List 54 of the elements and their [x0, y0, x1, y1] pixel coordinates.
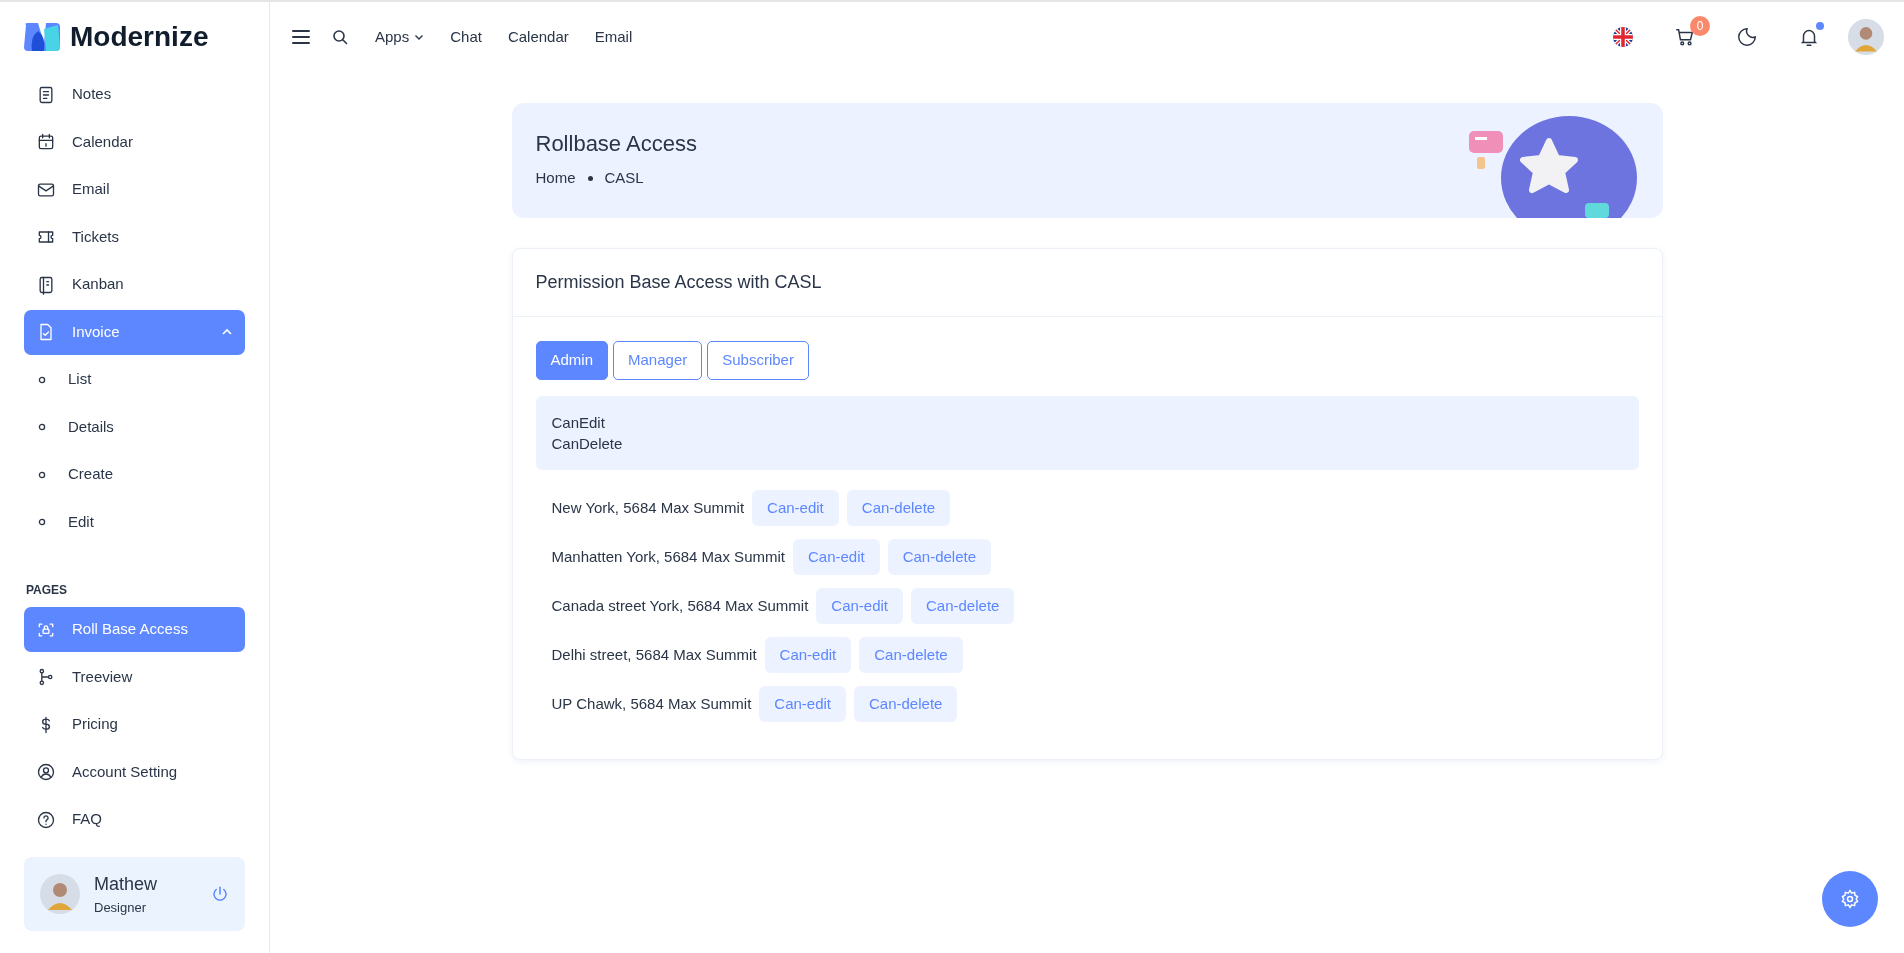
- breadcrumb-separator: [587, 176, 593, 182]
- notification-dot: [1816, 22, 1824, 30]
- breadcrumb-item[interactable]: CASL: [604, 167, 644, 190]
- flag-icon[interactable]: [1612, 26, 1634, 48]
- sidebar-item[interactable]: Pricing: [24, 702, 245, 747]
- sidebar-subitem[interactable]: Create: [24, 452, 245, 497]
- user-circle-icon: [36, 762, 56, 782]
- bullet-icon: [38, 470, 46, 479]
- moon-icon[interactable]: [1736, 26, 1758, 48]
- logo-icon: [24, 23, 60, 51]
- permission-text: CanEdit: [551, 412, 606, 433]
- sidebar-item[interactable]: FAQ: [24, 797, 245, 842]
- question-icon: [36, 809, 56, 830]
- settings-button[interactable]: [1822, 871, 1878, 927]
- avatar[interactable]: [1848, 19, 1884, 55]
- sidebar-item[interactable]: Tickets: [24, 214, 245, 260]
- cart-icon[interactable]: [1674, 26, 1696, 48]
- sidebar-subitem[interactable]: List: [24, 357, 245, 402]
- page-title: Rollbase Access: [535, 131, 697, 158]
- chevron-down-icon: [414, 32, 425, 42]
- bullet-icon: [38, 423, 46, 431]
- nav-link[interactable]: Calendar: [494, 17, 582, 57]
- bullet-icon: [38, 518, 46, 526]
- cart-count-badge: 0: [1690, 16, 1710, 36]
- permission-text: CanDelete: [551, 433, 624, 454]
- sidebar-item[interactable]: Treeview: [24, 654, 245, 700]
- address-text: Delhi street, 5684 Max Summit: [551, 644, 757, 665]
- nav-link[interactable]: Apps: [362, 17, 438, 57]
- breadcrumb-item[interactable]: Home: [535, 167, 576, 190]
- sidebar-item[interactable]: Account Setting: [24, 749, 245, 795]
- calendar-icon: [36, 132, 56, 152]
- sidebar-item[interactable]: Kanban: [24, 262, 245, 307]
- power-icon[interactable]: [211, 884, 229, 903]
- sidebar-subitem[interactable]: Edit: [24, 499, 245, 545]
- nav-link[interactable]: Email: [581, 17, 646, 57]
- nav-link[interactable]: Chat: [437, 17, 495, 57]
- profile-role: Designer: [94, 898, 148, 917]
- sidebar-item[interactable]: Calendar: [24, 119, 245, 165]
- sidebar-item[interactable]: Notes: [24, 72, 245, 117]
- bullet-icon: [38, 375, 46, 384]
- card-title: Permission Base Access with CASL: [512, 249, 1662, 317]
- settings-icon: [1840, 889, 1860, 909]
- section-heading: PAGES: [26, 582, 69, 599]
- sidebar-item[interactable]: Email: [24, 167, 245, 212]
- avatar: [40, 873, 80, 914]
- address-text: Manhatten York, 5684 Max Summit: [551, 546, 785, 567]
- sidebar-subitem[interactable]: Details: [24, 404, 245, 450]
- address-text: New York, 5684 Max Summit: [551, 497, 745, 518]
- address-text: UP Chawk, 5684 Max Summit: [551, 693, 752, 714]
- profile-name: Mathew: [94, 872, 159, 896]
- brand-name: Modernize: [70, 20, 209, 54]
- search-icon[interactable]: [332, 29, 348, 45]
- menu-icon[interactable]: [292, 30, 310, 44]
- address-text: Canada street York, 5684 Max Summit: [551, 595, 809, 616]
